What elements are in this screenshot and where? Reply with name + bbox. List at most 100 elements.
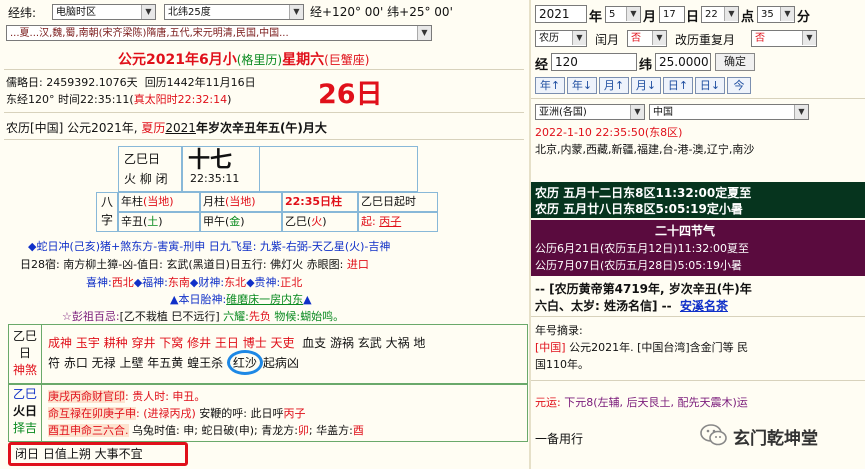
backup-line: 一备用行 bbox=[535, 432, 584, 446]
hour-row-1: 庚戌丙命财官印: 贵人时: 申丑。 bbox=[48, 390, 206, 403]
minute-label: 分 bbox=[797, 10, 811, 25]
highlight-circle: 红沙 bbox=[226, 350, 263, 375]
latitude-input[interactable]: 25.0000 bbox=[655, 53, 711, 71]
wechat-icon bbox=[699, 420, 729, 450]
chevron-down-icon: ▼ bbox=[630, 105, 644, 119]
pillar-hour-value: 起: 丙子 bbox=[358, 212, 438, 232]
lunar-day-big: 十七 bbox=[188, 148, 233, 173]
hour-label: 点 bbox=[741, 10, 755, 25]
coordinate-text: 经+120° 00' 纬+25° 00' bbox=[310, 5, 453, 19]
month-up-button[interactable]: 月↑ bbox=[599, 77, 629, 94]
jieqi-solar-1: 公历6月21日(农历五月12日)11:32:00夏至 bbox=[535, 242, 749, 255]
huangdi-taisui: 六白、太岁: 姓汤名信] -- 安溪名茶 bbox=[535, 299, 728, 313]
dynasty-select[interactable]: ...夏...汉,魏,蜀,南朝(宋齐梁陈)隋唐,五代,宋元明清,民国,中国...… bbox=[6, 25, 432, 41]
fetus-god: ▲本日胎神:碓磨床一房内东▲ bbox=[170, 293, 312, 306]
month-down-button[interactable]: 月↓ bbox=[631, 77, 661, 94]
watermark-text: 玄门乾坤堂 bbox=[733, 429, 818, 449]
latitude-label: 纬 bbox=[639, 58, 653, 73]
jieqi-title: 二十四节气 bbox=[655, 224, 716, 238]
hour-row-3: 酉丑申命三六合. 乌兔时值: 申; 蛇日破(申); 青龙方:卯; 华盖方:酉 bbox=[48, 424, 364, 437]
page-title: 公元2021年6月小(格里历)星期六(巨蟹座) bbox=[118, 52, 370, 68]
chevron-down-icon: ▼ bbox=[780, 7, 794, 21]
shensha-label: 乙巳日神煞 bbox=[12, 329, 37, 377]
day-label: 日 bbox=[686, 10, 700, 25]
mansion-info: 日28宿: 南方柳土獐-凶-值日: 玄武(黑道日)日五行: 佛灯火 赤眼图: 进… bbox=[20, 258, 369, 271]
pillar-month-value: 甲午(金) bbox=[200, 212, 282, 232]
gods-direction: 喜神:西北◆福神:东南◆财神:东北◆贵神:正北 bbox=[86, 276, 303, 289]
jieqi-lunar-2: 农历 五月廿八日东8区5:05:19定小暑 bbox=[535, 202, 743, 216]
divider bbox=[4, 139, 524, 140]
huangdi-year: -- [农历黄帝第4719年, 岁次辛丑(牛)年 bbox=[535, 282, 752, 296]
longitude-label: 经 bbox=[535, 58, 549, 73]
pillar-day-title: 22:35日柱 bbox=[282, 192, 358, 212]
shensha-row-1: 成神 玉宇 耕种 穿井 下窝 修井 王日 博士 天吏 血支 游祸 玄武 大祸 地 bbox=[48, 336, 426, 350]
pillar-day-value: 乙巳(火) bbox=[282, 212, 358, 232]
hour-select[interactable]: 22 ▼ bbox=[701, 6, 739, 23]
pengzu-info: ☆彭祖百忌:[乙不栽植 巳不远行] 六耀:先负 物候:蝴始鸣。 bbox=[62, 310, 345, 323]
julian-day: 儒略日: 2459392.1076天 回历1442年11月16日 bbox=[6, 76, 256, 89]
day-element: 火 柳 闭 bbox=[124, 172, 168, 186]
month-label: 月 bbox=[643, 10, 657, 25]
confirm-button[interactable]: 确定 bbox=[715, 53, 755, 71]
chevron-down-icon: ▼ bbox=[141, 5, 155, 19]
repeat-month-select[interactable]: 否 ▼ bbox=[751, 30, 817, 47]
pillar-year-value: 辛丑(土) bbox=[118, 212, 200, 232]
hour-row-2: 命互禄在卯庚子申: (进禄丙戌) 安鞭的呼: 此日呼丙子 bbox=[48, 407, 306, 420]
latitude-select[interactable]: 北纬25度 ▼ bbox=[164, 4, 304, 20]
country-select[interactable]: 中国 ▼ bbox=[649, 104, 809, 120]
big-day: 26日 bbox=[318, 79, 383, 110]
divider bbox=[531, 380, 865, 381]
shensha-row-2: 符 赤口 无禄 上壁 年五黄 蝗王杀 红沙 起病凶 bbox=[48, 350, 299, 375]
year-up-button[interactable]: 年↑ bbox=[535, 77, 565, 94]
longitude-input[interactable]: 120 bbox=[551, 53, 637, 71]
minute-select[interactable]: 35 ▼ bbox=[757, 6, 795, 23]
day-ganzhi: 乙巳日 bbox=[124, 152, 161, 166]
year-label: 年 bbox=[589, 10, 603, 25]
pillar-month-title: 月柱(当地) bbox=[200, 192, 282, 212]
jieqi-solar-2: 公历7月07日(农历五月28日)5:05:19小暑 bbox=[535, 259, 742, 272]
day-select[interactable]: 17 bbox=[659, 6, 685, 23]
bazi-label: 八字 bbox=[96, 192, 118, 232]
city-list[interactable]: 北京,内蒙,西藏,新疆,福建,台-港-澳,辽宁,南沙 bbox=[535, 141, 754, 157]
pillar-hour-title: 乙巳日起时 bbox=[358, 192, 438, 212]
repeat-month-label: 改历重复月 bbox=[675, 33, 736, 47]
chevron-down-icon: ▼ bbox=[724, 7, 738, 21]
day-note: 闭日 日值上朔 大事不宜 bbox=[8, 442, 188, 466]
leap-month-label: 闰月 bbox=[595, 33, 620, 47]
year-down-button[interactable]: 年↓ bbox=[567, 77, 597, 94]
chevron-down-icon: ▼ bbox=[289, 5, 303, 19]
divider bbox=[4, 112, 524, 113]
year-input[interactable]: 2021 bbox=[535, 5, 587, 23]
clash-info: ◆蛇日冲(己亥)猪+煞东方-害寅-刑申 日九飞星: 九紫-右弼-天乙星(火)-吉… bbox=[28, 240, 391, 253]
nianhao-title: 年号摘录: bbox=[535, 324, 583, 337]
time-line: 东经120° 时间22:35:11(真太阳时22:32:14) bbox=[6, 93, 232, 106]
nianhao-line-1: [中国] 公元2021年. [中国台湾]含金门等 民 bbox=[535, 341, 749, 354]
lunar-line: 农历[中国] 公元2021年, 夏历2021年岁次辛丑年五(午)月大 bbox=[6, 121, 327, 135]
divider bbox=[4, 69, 524, 70]
jieqi-lunar-1: 农历 五月十二日东8区11:32:00定夏至 bbox=[535, 186, 752, 200]
chevron-down-icon: ▼ bbox=[626, 7, 640, 21]
calendar-type-select[interactable]: 农历 ▼ bbox=[535, 30, 587, 47]
today-button[interactable]: 今 bbox=[727, 77, 751, 94]
month-select[interactable]: 5 ▼ bbox=[605, 6, 641, 23]
chevron-down-icon: ▼ bbox=[417, 26, 431, 40]
chevron-down-icon: ▼ bbox=[802, 31, 816, 45]
clock-text: 22:35:11 bbox=[190, 172, 240, 185]
timezone-select[interactable]: 电脑时区 ▼ bbox=[52, 4, 156, 20]
day-down-button[interactable]: 日↓ bbox=[695, 77, 725, 94]
right-pane: 2021 年 5 ▼ 月 17 日 22 ▼ 点 35 ▼ 分 农历 ▼ 闰月 否 ▼ 改… bbox=[531, 0, 865, 469]
leap-month-select[interactable]: 否 ▼ bbox=[627, 30, 667, 47]
region-select[interactable]: 亚洲(各国) ▼ bbox=[535, 104, 645, 120]
yuanyun-line: 元运: 下元8(左辅, 后天艮土, 配先天震木)运 bbox=[535, 396, 748, 409]
pillar-year-title: 年柱(当地) bbox=[118, 192, 200, 212]
day-up-button[interactable]: 日↑ bbox=[663, 77, 693, 94]
current-time: 2022-1-10 22:35:50(东8区) bbox=[535, 126, 683, 139]
divider bbox=[531, 98, 865, 99]
divider bbox=[531, 316, 865, 317]
nianhao-line-2: 国110年。 bbox=[535, 358, 589, 371]
left-pane: 经纬: 电脑时区 ▼ 北纬25度 ▼ 经+120° 00' 纬+25° 00' ..… bbox=[0, 0, 531, 469]
chevron-down-icon: ▼ bbox=[794, 105, 808, 119]
chevron-down-icon: ▼ bbox=[572, 31, 586, 45]
chevron-down-icon: ▼ bbox=[652, 31, 666, 45]
hour-label: 乙巳 火日 择吉 bbox=[12, 387, 37, 435]
